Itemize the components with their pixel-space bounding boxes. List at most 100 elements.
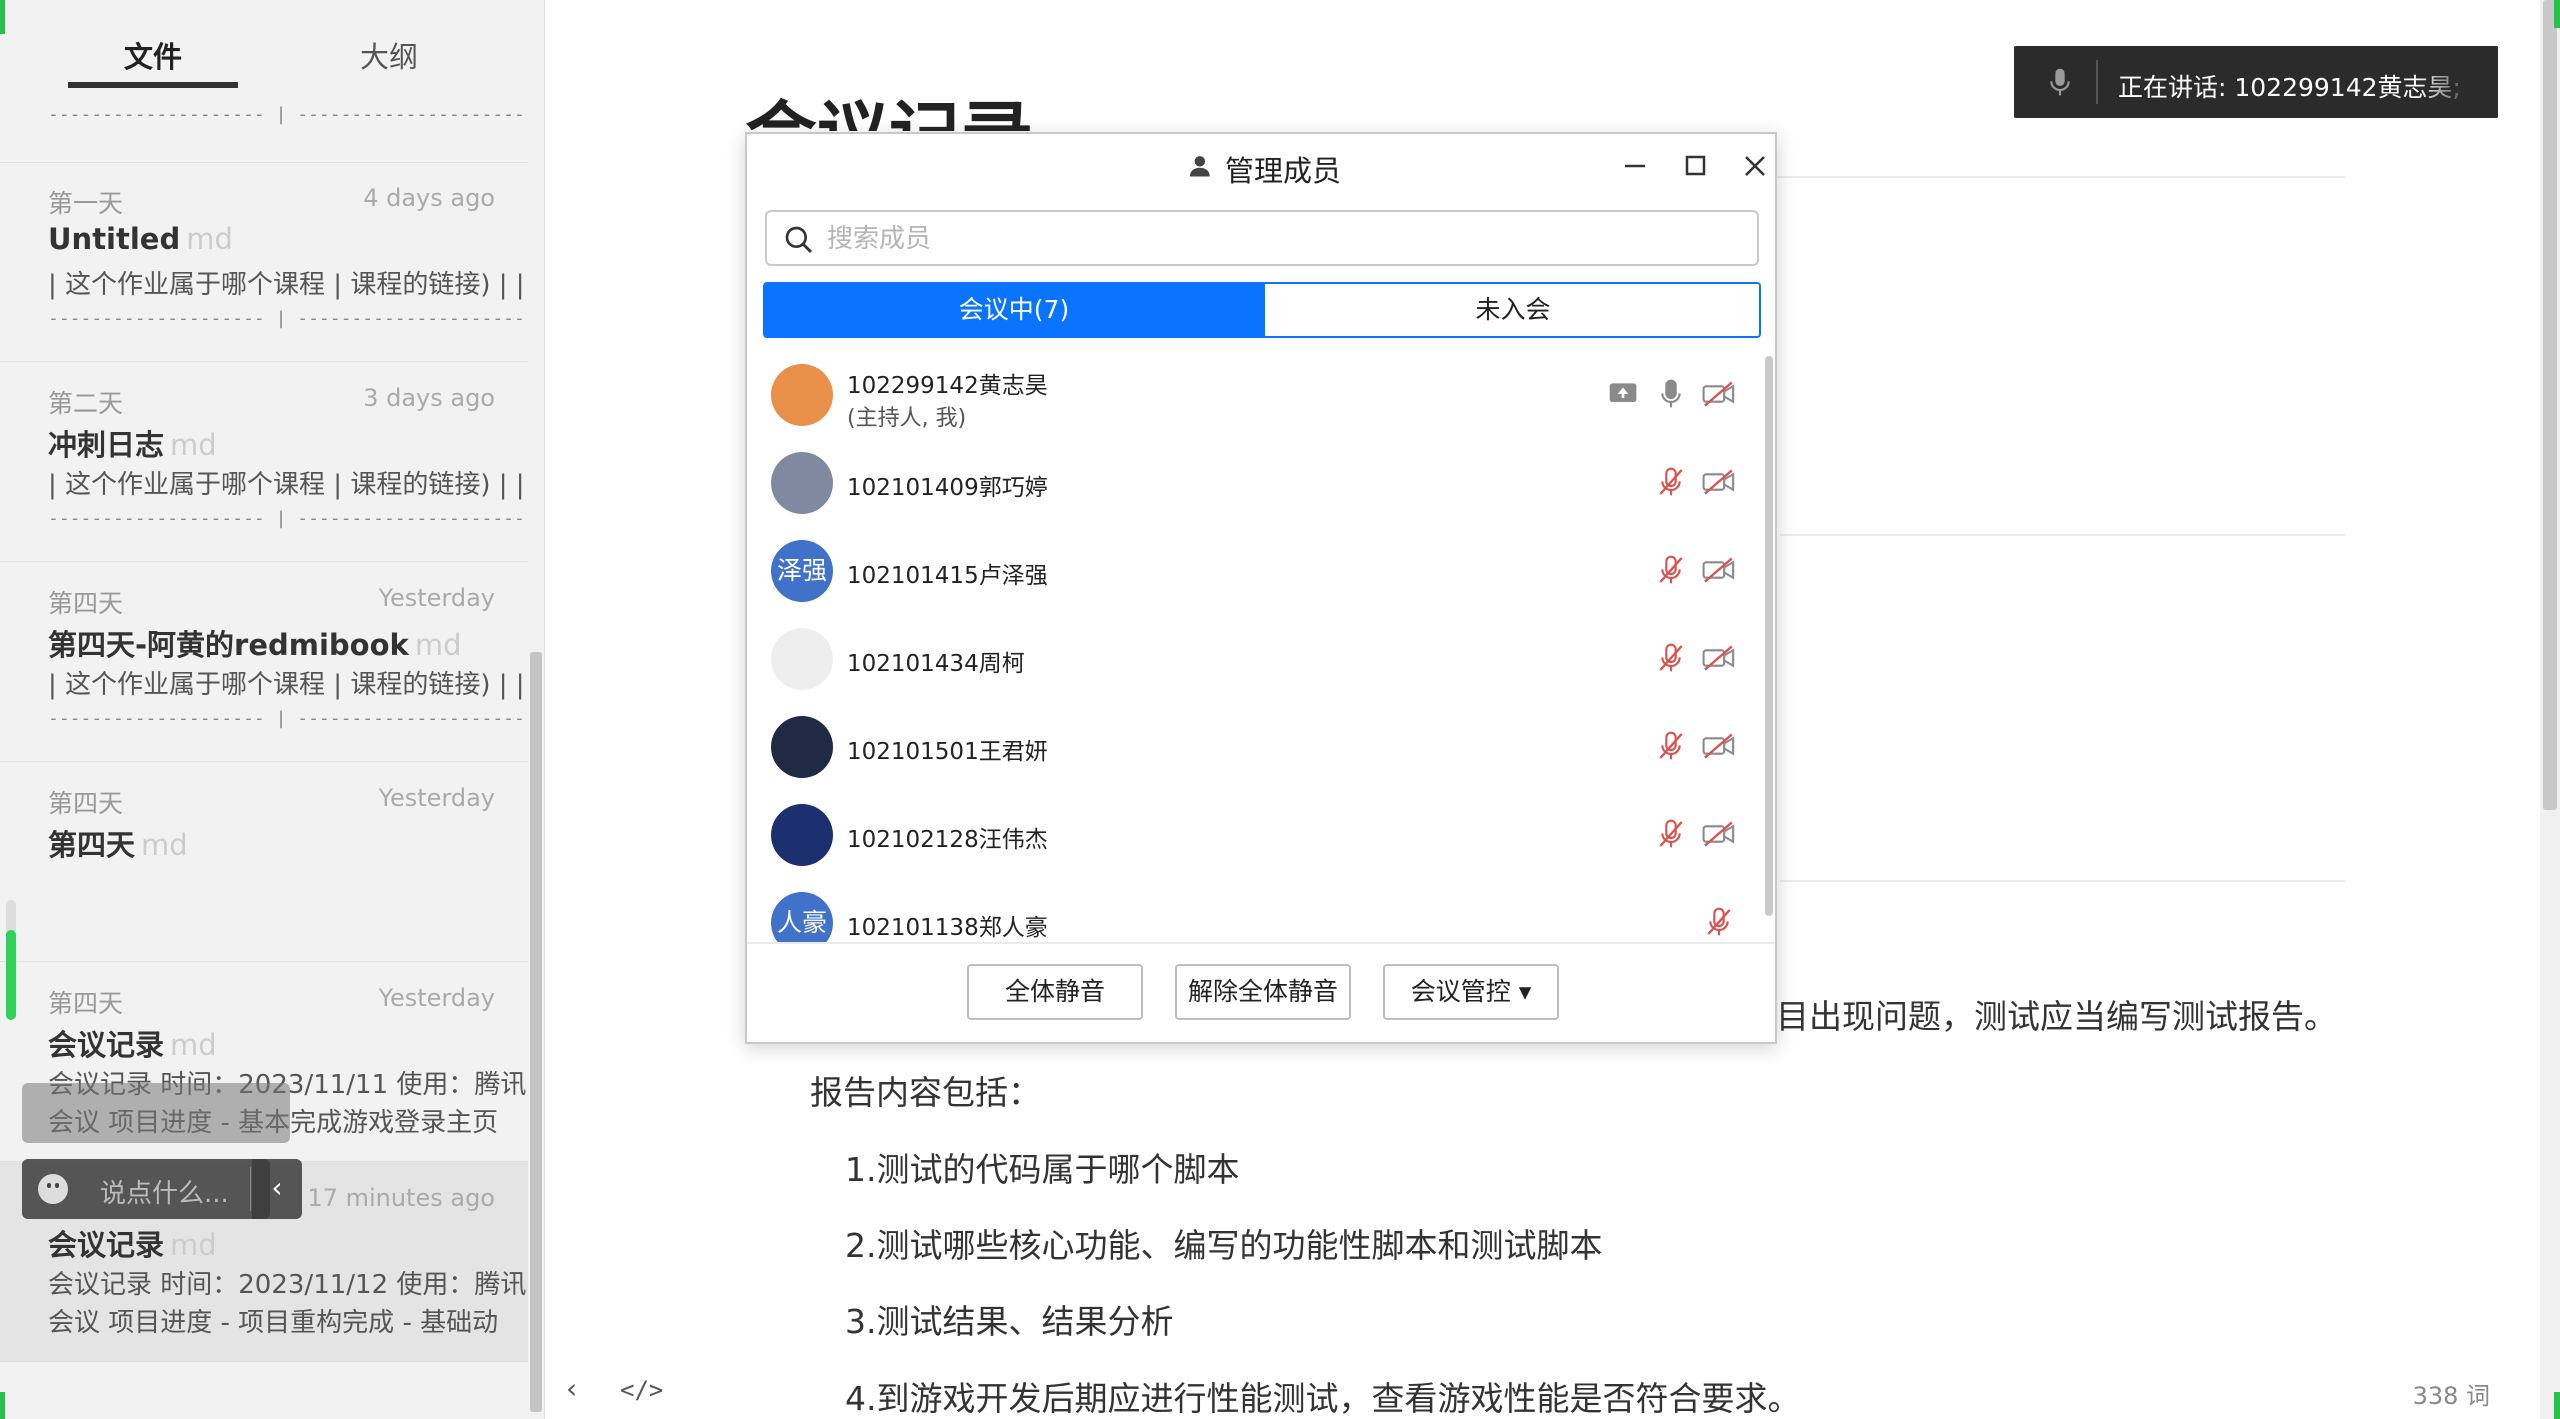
editor-scroll-thumb[interactable]: [2543, 0, 2557, 810]
member-row[interactable]: 102101501王君妍: [747, 702, 1747, 790]
member-avatar: [771, 716, 833, 778]
tab-files[interactable]: 文件: [124, 34, 182, 76]
member-name: 102101501王君妍: [847, 739, 1048, 765]
file-excerpt: 会议记录 时间：2023/11/12 使用：腾讯: [48, 1270, 527, 1300]
file-folder: 第四天: [48, 989, 124, 1018]
close-icon[interactable]: [1731, 142, 1779, 190]
member-avatar: [771, 628, 833, 690]
file-modified-time: Yesterday: [378, 784, 495, 812]
file-title: Untitled md: [48, 222, 233, 256]
member-avatar: [771, 452, 833, 514]
file-excerpt: | 这个作业属于哪个课程 | 课程的链接) | |: [48, 670, 525, 700]
member-row[interactable]: 泽强 102101415卢泽强: [747, 526, 1747, 614]
file-title: 会议记录 md: [48, 1228, 217, 1262]
paragraph-fragment[interactable]: 目出现问题，测试应当编写测试报告。: [1776, 990, 2337, 1038]
file-modified-time: 4 days ago: [363, 184, 495, 212]
mic-muted-icon[interactable]: [1655, 466, 1687, 498]
camera-off-icon[interactable]: [1701, 378, 1735, 410]
meeting-controls-dropdown[interactable]: 会议管控 ▾: [1383, 964, 1559, 1020]
member-avatar: [771, 804, 833, 866]
mic-muted-icon[interactable]: [1655, 818, 1687, 850]
file-title: 第四天 md: [48, 828, 188, 862]
list-item[interactable]: 4.到游戏开发后期应进行性能测试，查看游戏性能是否符合要求。: [845, 1372, 1801, 1419]
mic-muted-icon[interactable]: [1655, 554, 1687, 586]
table-rule: [1780, 880, 2345, 882]
dialog-title: 管理成员: [1225, 154, 1342, 188]
sidebar-tabs: 文件 大纲: [0, 0, 544, 100]
camera-off-icon[interactable]: [1701, 818, 1735, 850]
member-name: 102101415卢泽强: [847, 563, 1048, 589]
member-name: 102299142黄志昊: [847, 373, 1048, 399]
window-edge-indicator: [2554, 1392, 2560, 1419]
list-item[interactable]: 3.测试结果、结果分析: [845, 1295, 1174, 1343]
dialog-titlebar[interactable]: 管理成员: [747, 134, 1775, 196]
mic-muted-icon[interactable]: [1655, 730, 1687, 762]
window-edge-indicator: [2554, 0, 2560, 28]
microphone-icon[interactable]: [1655, 378, 1687, 410]
microphone-icon: [2050, 68, 2070, 96]
back-chevron-icon[interactable]: ‹: [566, 1372, 577, 1405]
member-row[interactable]: 人豪 102101138郑人豪: [747, 878, 1747, 942]
camera-off-icon[interactable]: [1701, 466, 1735, 498]
member-name: 102101409郭巧婷: [847, 475, 1048, 501]
member-list: 102299142黄志昊 (主持人, 我) 102101409郭巧婷泽强 102101…: [747, 350, 1747, 942]
file-excerpt: 会议 项目进度 - 项目重构完成 - 基础动: [48, 1308, 499, 1338]
member-row[interactable]: 102101409郭巧婷: [747, 438, 1747, 526]
chat-placeholder[interactable]: 说点什么...: [100, 1173, 229, 1210]
file-folder: 第一天: [48, 189, 124, 218]
file-modified-time: 17 minutes ago: [307, 1184, 495, 1212]
file-title: 会议记录 md: [48, 1028, 217, 1062]
chat-input-bar[interactable]: 说点什么... ‹: [22, 1159, 302, 1219]
file-modified-time: 3 days ago: [363, 384, 495, 412]
member-list-scrollbar[interactable]: [1765, 356, 1773, 916]
tab-outline[interactable]: 大纲: [360, 34, 418, 76]
report-heading[interactable]: 报告内容包括：: [810, 1066, 1041, 1114]
file-list-item[interactable]: 第四天 Yesterday 第四天-阿黄的redmibook md | 这个作业属于哪个…: [0, 562, 530, 762]
file-title: 第四天-阿黄的redmibook md: [48, 628, 462, 662]
file-list-item[interactable]: 第一天 4 days ago Untitled md | 这个作业属于哪个课程 | 课程…: [0, 162, 530, 362]
tab-not-joined[interactable]: 未入会: [1263, 284, 1759, 336]
member-row[interactable]: 102299142黄志昊 (主持人, 我): [747, 350, 1747, 438]
search-icon: [785, 226, 813, 254]
list-item[interactable]: 2.测试哪些核心功能、编写的功能性脚本和测试脚本: [845, 1219, 1603, 1267]
sidebar-scroll-thumb[interactable]: [530, 652, 542, 1412]
member-role: (主持人, 我): [847, 406, 967, 431]
member-avatar: 人豪: [771, 892, 833, 942]
file-excerpt: -------------------- | -----------------…: [48, 708, 525, 729]
member-row[interactable]: 102102128汪伟杰: [747, 790, 1747, 878]
file-excerpt: | 这个作业属于哪个课程 | 课程的链接) | |: [48, 270, 525, 300]
mic-muted-icon[interactable]: [1703, 906, 1735, 938]
camera-off-icon[interactable]: [1701, 554, 1735, 586]
screen-share-icon[interactable]: [1607, 378, 1639, 410]
collapse-chevron-icon[interactable]: ‹: [252, 1159, 302, 1219]
user-icon: [1189, 156, 1210, 177]
member-name: 102101434周柯: [847, 651, 1025, 677]
camera-off-icon[interactable]: [1701, 642, 1735, 674]
member-search[interactable]: [765, 210, 1759, 266]
member-avatar: 泽强: [771, 540, 833, 602]
mic-muted-icon[interactable]: [1655, 642, 1687, 674]
file-modified-time: Yesterday: [378, 584, 495, 612]
file-modified-time: Yesterday: [378, 984, 495, 1012]
file-folder: 第二天: [48, 389, 124, 418]
speaking-banner: 正在讲话: 102299142黄志昊;: [2014, 46, 2498, 118]
notification-toast: [22, 1083, 290, 1143]
member-avatar: [771, 364, 833, 426]
minimize-icon[interactable]: [1611, 142, 1659, 190]
maximize-icon[interactable]: [1671, 142, 1719, 190]
unmute-all-button[interactable]: 解除全体静音: [1175, 964, 1351, 1020]
file-list-item[interactable]: 第二天 3 days ago 冲刺日志 md | 这个作业属于哪个课程 | 课程的链接)…: [0, 362, 530, 562]
member-row[interactable]: 102101434周柯: [747, 614, 1747, 702]
emoji-icon[interactable]: [38, 1174, 68, 1204]
mute-all-button[interactable]: 全体静音: [967, 964, 1143, 1020]
document-title[interactable]: 会议记录: [745, 85, 1033, 131]
tab-in-meeting[interactable]: 会议中(7): [765, 284, 1263, 336]
word-count[interactable]: 338 词: [2413, 1376, 2490, 1411]
file-list-item[interactable]: 第四天 Yesterday 第四天 md: [0, 762, 530, 962]
file-excerpt: | 这个作业属于哪个课程 | 课程的链接) | |: [48, 470, 525, 500]
search-input[interactable]: [827, 222, 1727, 256]
member-name: 102102128汪伟杰: [847, 827, 1048, 853]
camera-off-icon[interactable]: [1701, 730, 1735, 762]
source-code-icon[interactable]: </>: [620, 1376, 663, 1404]
list-item[interactable]: 1.测试的代码属于哪个脚本: [845, 1143, 1240, 1191]
